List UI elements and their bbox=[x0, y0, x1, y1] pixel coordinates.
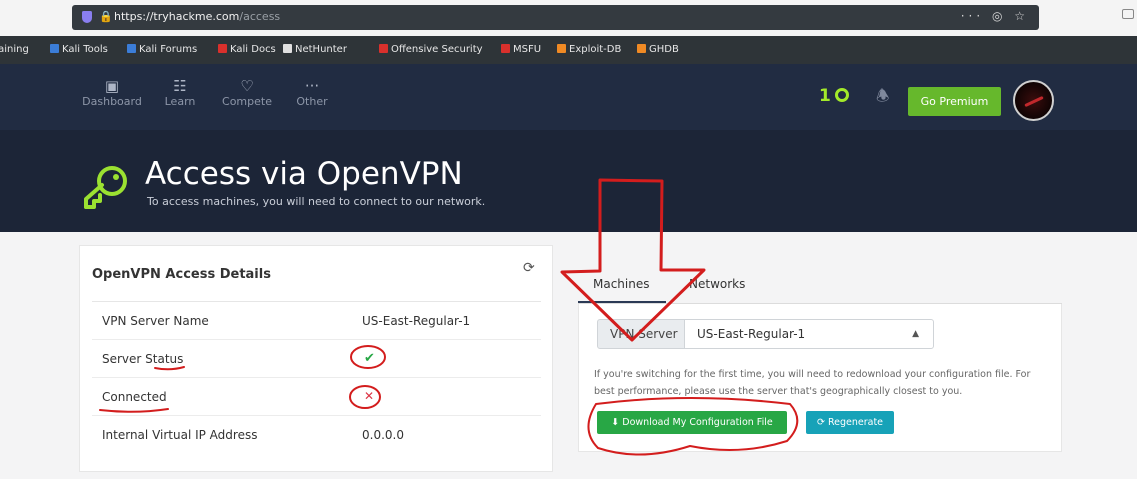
bookmarks-bar: raining Kali Tools Kali Forums Kali Docs… bbox=[0, 36, 1137, 64]
nav-label: Learn bbox=[164, 95, 196, 108]
url-text[interactable]: https://tryhackme.com/access bbox=[114, 10, 280, 23]
nav-compete[interactable]: ♡ Compete bbox=[218, 77, 276, 108]
bookmark-0[interactable]: raining bbox=[0, 44, 29, 55]
nethunter-icon bbox=[283, 44, 292, 53]
tab-machines[interactable]: Machines bbox=[593, 277, 649, 291]
key-icon bbox=[84, 166, 127, 209]
nav-other[interactable]: ··· Other bbox=[292, 77, 332, 108]
bookmark-label: raining bbox=[0, 44, 29, 55]
detail-key: Connected bbox=[102, 390, 167, 404]
avatar[interactable] bbox=[1013, 80, 1054, 121]
nav-label: Other bbox=[296, 95, 328, 108]
bookmark-exploit-db[interactable]: Exploit-DB bbox=[557, 44, 621, 55]
docs-icon bbox=[218, 44, 227, 53]
dashboard-icon: ▣ bbox=[104, 77, 120, 95]
streak-value: 1 bbox=[819, 86, 831, 106]
bookmark-kali-forums[interactable]: Kali Forums bbox=[127, 44, 197, 55]
bookmark-offensive-security[interactable]: Offensive Security bbox=[379, 44, 483, 55]
refresh-icon[interactable]: ⟳ bbox=[523, 260, 535, 276]
tab-networks[interactable]: Networks bbox=[689, 277, 745, 291]
detail-key: VPN Server Name bbox=[102, 314, 209, 328]
bookmark-label: Kali Docs bbox=[230, 44, 276, 55]
detail-value: US-East-Regular-1 bbox=[362, 314, 471, 328]
vpn-server-select[interactable]: US-East-Regular-1 ▲ bbox=[684, 319, 934, 349]
sidebar-icon[interactable] bbox=[1122, 9, 1134, 19]
shield-icon bbox=[82, 11, 92, 23]
lock-icon: 🔒 bbox=[99, 10, 113, 23]
bookmark-label: Offensive Security bbox=[391, 44, 483, 55]
regenerate-icon: ⟳ bbox=[816, 417, 828, 428]
page-subtitle: To access machines, you will need to con… bbox=[147, 195, 486, 208]
url-path: /access bbox=[239, 10, 281, 23]
nav-label: Compete bbox=[222, 95, 272, 108]
detail-key: Server Status bbox=[102, 352, 184, 366]
detail-value: 0.0.0.0 bbox=[362, 428, 404, 442]
active-tab-indicator bbox=[578, 301, 666, 303]
card-title: OpenVPN Access Details bbox=[92, 267, 271, 282]
nav-dashboard[interactable]: ▣ Dashboard bbox=[80, 77, 144, 108]
page-title: Access via OpenVPN bbox=[145, 156, 463, 192]
vpn-server-label: VPN Server bbox=[597, 319, 685, 349]
nav-learn[interactable]: ☷ Learn bbox=[158, 77, 202, 108]
detail-row-connected: Connected ✕ bbox=[92, 378, 541, 416]
bookmark-label: GHDB bbox=[649, 44, 679, 55]
bell-icon[interactable]: 🕭 bbox=[876, 86, 889, 111]
vpn-details-card: OpenVPN Access Details ⟳ VPN Server Name… bbox=[79, 245, 553, 472]
msfu-icon bbox=[501, 44, 510, 53]
url-host: https://tryhackme.com bbox=[114, 10, 240, 23]
address-bar[interactable]: 🔒 https://tryhackme.com/access ··· ◎ ☆ bbox=[72, 5, 1039, 30]
page-actions-icons[interactable]: ··· ◎ ☆ bbox=[961, 9, 1029, 23]
bookmark-msfu[interactable]: MSFU bbox=[501, 44, 541, 55]
detail-row-server-name: VPN Server Name US-East-Regular-1 bbox=[92, 302, 541, 340]
select-caret-icon: ▲ bbox=[912, 329, 919, 339]
bookmark-label: Kali Forums bbox=[139, 44, 198, 55]
bookmark-kali-docs[interactable]: Kali Docs bbox=[218, 44, 276, 55]
streak-icon bbox=[834, 88, 849, 102]
page: 🔒 https://tryhackme.com/access ··· ◎ ☆ r… bbox=[0, 0, 1137, 479]
more-icon: ··· bbox=[304, 77, 320, 95]
cross-icon: ✕ bbox=[364, 389, 375, 403]
go-premium-button[interactable]: Go Premium bbox=[908, 87, 1001, 116]
detail-key: Internal Virtual IP Address bbox=[102, 428, 258, 442]
regenerate-label: Regenerate bbox=[827, 417, 884, 428]
browser-toolbar: 🔒 https://tryhackme.com/access ··· ◎ ☆ bbox=[0, 0, 1137, 36]
kali-icon bbox=[127, 44, 136, 53]
download-label: Download My Configuration File bbox=[622, 417, 773, 428]
detail-row-server-status: Server Status ✔ bbox=[92, 340, 541, 378]
info-text: If you're switching for the first time, … bbox=[594, 369, 1031, 397]
bookmark-ghdb[interactable]: GHDB bbox=[637, 44, 679, 55]
bookmark-nethunter[interactable]: NetHunter bbox=[283, 44, 347, 55]
regenerate-button[interactable]: ⟳ Regenerate bbox=[806, 411, 894, 434]
trophy-icon: ♡ bbox=[240, 77, 254, 95]
exploit-db-icon bbox=[557, 44, 566, 53]
nav-label: Dashboard bbox=[82, 95, 142, 108]
bookmark-label: NetHunter bbox=[295, 44, 347, 55]
check-icon: ✔ bbox=[364, 351, 375, 366]
bookmark-label: MSFU bbox=[513, 44, 542, 55]
streak-counter[interactable]: 1 bbox=[819, 86, 849, 106]
detail-row-internal-ip: Internal Virtual IP Address 0.0.0.0 bbox=[92, 416, 541, 454]
book-icon: ☷ bbox=[173, 77, 187, 95]
bookmark-label: Exploit-DB bbox=[569, 44, 622, 55]
download-icon: ⬇ bbox=[611, 417, 623, 428]
vpn-server-selected: US-East-Regular-1 bbox=[697, 327, 806, 341]
download-config-button[interactable]: ⬇ Download My Configuration File bbox=[597, 411, 787, 434]
offsec-icon bbox=[379, 44, 388, 53]
bookmark-kali-tools[interactable]: Kali Tools bbox=[50, 44, 108, 55]
bookmark-label: Kali Tools bbox=[62, 44, 108, 55]
ghdb-icon bbox=[637, 44, 646, 53]
kali-icon bbox=[50, 44, 59, 53]
